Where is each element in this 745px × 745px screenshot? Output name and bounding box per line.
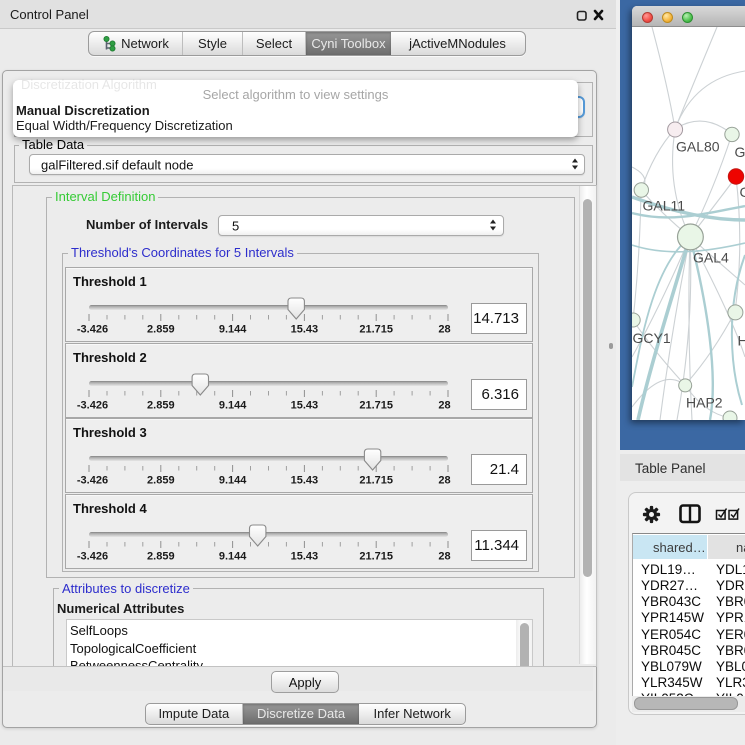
svg-text:GA: GA	[735, 144, 745, 160]
svg-text:GCY1: GCY1	[633, 330, 671, 346]
svg-text:28: 28	[438, 475, 450, 487]
svg-text:21.715: 21.715	[359, 475, 393, 487]
svg-text:-3.426: -3.426	[77, 324, 108, 336]
svg-text:15.43: 15.43	[291, 550, 319, 562]
svg-text:15.43: 15.43	[291, 399, 319, 411]
svg-text:2.859: 2.859	[147, 399, 175, 411]
svg-text:CD: CD	[740, 184, 745, 200]
svg-text:GAL11: GAL11	[643, 198, 686, 214]
svg-text:-3.426: -3.426	[77, 475, 108, 487]
svg-text:2.859: 2.859	[147, 475, 175, 487]
svg-text:2.859: 2.859	[147, 324, 175, 336]
svg-text:28: 28	[438, 324, 450, 336]
svg-text:GAL80: GAL80	[676, 139, 720, 155]
svg-text:-3.426: -3.426	[77, 550, 108, 562]
svg-text:21.715: 21.715	[359, 399, 393, 411]
svg-text:9.144: 9.144	[219, 475, 247, 487]
svg-text:HA: HA	[738, 333, 745, 349]
svg-text:9.144: 9.144	[219, 550, 247, 562]
svg-text:21.715: 21.715	[359, 550, 393, 562]
svg-text:-3.426: -3.426	[77, 399, 108, 411]
svg-text:HAP2: HAP2	[686, 395, 723, 411]
svg-text:15.43: 15.43	[291, 475, 319, 487]
svg-text:9.144: 9.144	[219, 324, 247, 336]
svg-text:GAL4: GAL4	[693, 250, 729, 266]
svg-text:28: 28	[438, 399, 450, 411]
svg-text:15.43: 15.43	[291, 324, 319, 336]
svg-text:2.859: 2.859	[147, 550, 175, 562]
svg-text:28: 28	[438, 550, 450, 562]
svg-text:21.715: 21.715	[359, 324, 393, 336]
svg-text:9.144: 9.144	[219, 399, 247, 411]
